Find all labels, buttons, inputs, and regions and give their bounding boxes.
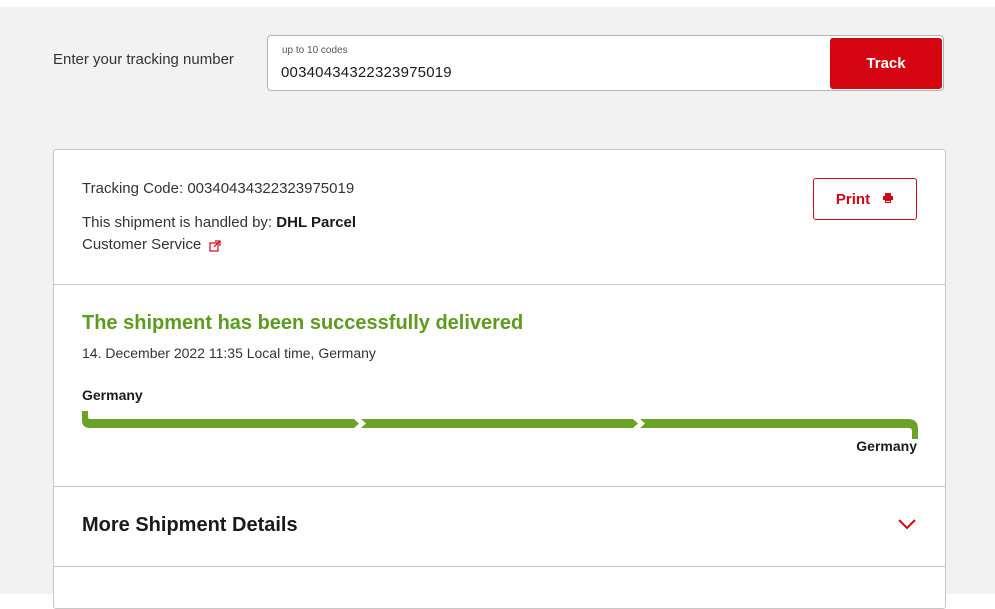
external-link-icon[interactable]: [209, 239, 221, 252]
status-title: The shipment has been successfully deliv…: [82, 312, 524, 334]
progress-segment-1: [82, 411, 359, 428]
tracking-number-input[interactable]: 00340434322323975019: [281, 64, 452, 81]
handled-by: This shipment is handled by: DHL Parcel: [82, 214, 356, 231]
printer-icon[interactable]: [882, 191, 894, 208]
tracking-search-box[interactable]: up to 10 codes 00340434322323975019 Trac…: [267, 35, 944, 91]
customer-service-link[interactable]: Customer Service: [82, 236, 221, 253]
print-label[interactable]: Print: [836, 191, 870, 208]
shipment-card: Tracking Code: 00340434322323975019 This…: [53, 149, 946, 609]
chevron-down-icon[interactable]: [897, 517, 917, 531]
handled-by-label: This shipment is handled by:: [82, 214, 273, 231]
print-button[interactable]: Print: [813, 178, 917, 220]
progress-segment-2: [361, 419, 638, 428]
tracking-input-hint: up to 10 codes: [282, 45, 348, 56]
tracking-code-label: Tracking Code:: [82, 180, 184, 197]
more-shipment-details[interactable]: More Shipment Details: [54, 487, 945, 567]
tracking-code-value: 00340434322323975019: [187, 180, 355, 197]
customer-service-label[interactable]: Customer Service: [82, 236, 201, 253]
status-date: 14. December 2022 11:35 Local time, Germ…: [82, 345, 376, 361]
track-button[interactable]: Track: [830, 38, 942, 89]
more-details-title[interactable]: More Shipment Details: [82, 514, 298, 537]
shipment-status: The shipment has been successfully deliv…: [54, 285, 945, 487]
tracking-code: Tracking Code: 00340434322323975019: [82, 180, 354, 197]
shipment-header: Tracking Code: 00340434322323975019 This…: [54, 150, 945, 285]
carrier-name: DHL Parcel: [276, 214, 357, 231]
origin-country: Germany: [82, 387, 143, 403]
destination-country: Germany: [856, 438, 917, 454]
tracking-number-label: Enter your tracking number: [53, 51, 234, 68]
progress-segment-3: [640, 419, 918, 439]
progress-bar: [82, 411, 918, 439]
